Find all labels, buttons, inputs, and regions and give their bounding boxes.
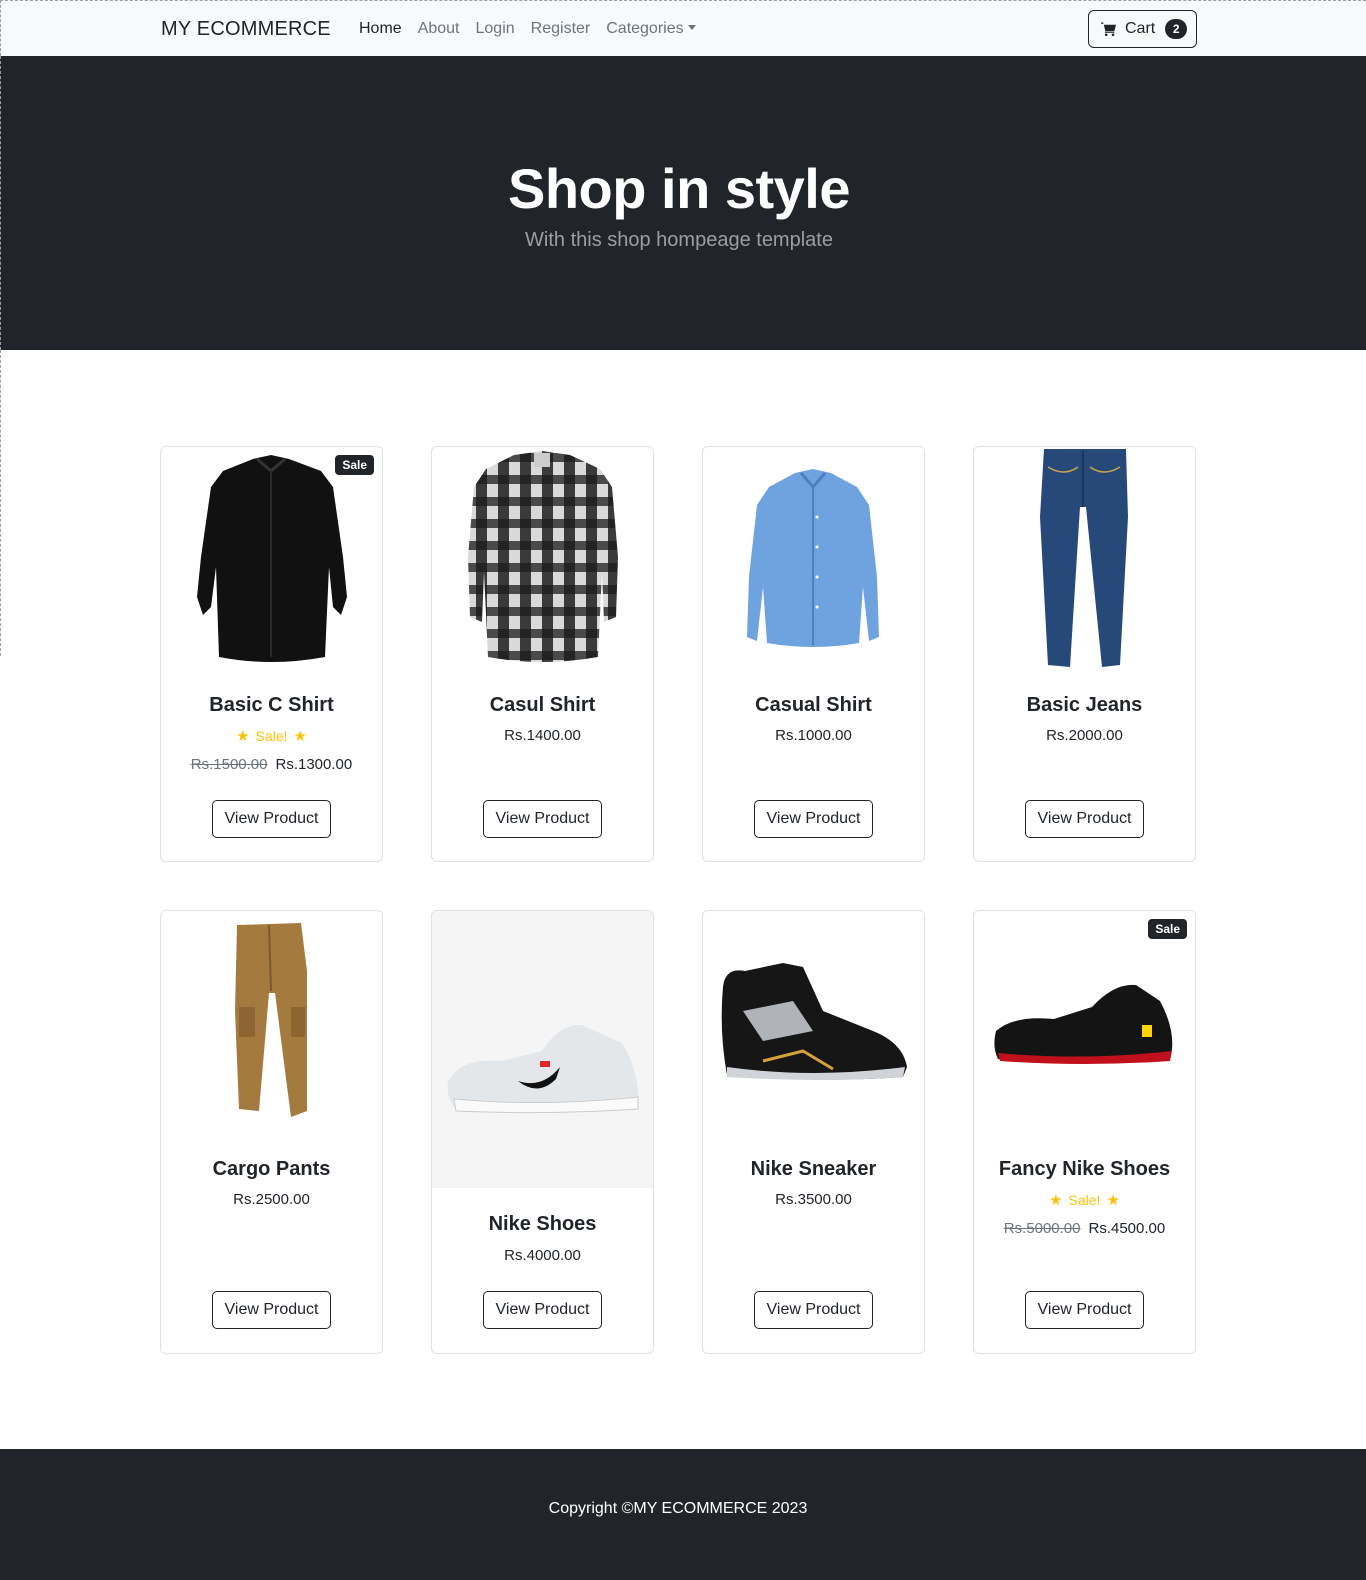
current-price: Rs.3500.00 — [775, 1191, 852, 1208]
star-icon: ★ — [1049, 1192, 1063, 1209]
price: Rs.5000.00 Rs.4500.00 — [974, 1220, 1195, 1237]
price: Rs.3500.00 — [703, 1191, 924, 1208]
sale-badge: Sale — [335, 455, 374, 475]
star-icon: ★ — [293, 728, 307, 745]
view-product-button[interactable]: View Product — [1025, 800, 1144, 838]
product-card: Sale Basic C Shirt ★ Sale! ★ Rs.1500.00 Rs.… — [160, 446, 383, 862]
view-product-button[interactable]: View Product — [212, 1291, 331, 1329]
nav-about[interactable]: About — [418, 20, 460, 38]
chevron-down-icon — [687, 25, 696, 30]
cart-icon — [1101, 22, 1116, 37]
current-price: Rs.1400.00 — [504, 727, 581, 744]
product-title: Nike Sneaker — [750, 1158, 877, 1180]
old-price: Rs.1500.00 — [190, 756, 268, 773]
view-product-button[interactable]: View Product — [483, 1291, 602, 1329]
nav-login[interactable]: Login — [476, 20, 515, 38]
product-title: Basic C Shirt — [209, 694, 334, 716]
price: Rs.1000.00 — [703, 727, 924, 744]
blue-shirt-image[interactable] — [703, 447, 924, 672]
sale-text: Sale! — [255, 728, 288, 744]
hero-title: Shop in style — [508, 157, 851, 220]
price: Rs.4000.00 — [432, 1247, 653, 1264]
sale-text: Sale! — [1068, 1192, 1101, 1208]
view-product-button[interactable]: View Product — [754, 800, 873, 838]
product-card: Nike Shoes Rs.4000.00 View Product — [431, 910, 654, 1354]
nav-categories-label: Categories — [606, 20, 684, 37]
cart-label: Cart — [1125, 20, 1156, 37]
brand-logo[interactable]: MY ECOMMERCE — [161, 18, 331, 41]
view-product-button[interactable]: View Product — [483, 800, 602, 838]
rating: ★ Sale! ★ — [974, 1191, 1195, 1209]
jordan-sneaker-image[interactable] — [703, 911, 924, 1136]
current-price: Rs.4000.00 — [504, 1247, 581, 1264]
product-card: Casul Shirt Rs.1400.00 View Product — [431, 446, 654, 862]
rating: ★ Sale! ★ — [161, 727, 382, 745]
product-card: Basic Jeans Rs.2000.00 View Product — [973, 446, 1196, 862]
current-price: Rs.1000.00 — [775, 727, 852, 744]
black-racing-shoe-image[interactable] — [974, 911, 1195, 1136]
hero-banner: Shop in style With this shop hompeage te… — [0, 56, 1366, 350]
current-price: Rs.2000.00 — [1046, 727, 1123, 744]
product-card: Cargo Pants Rs.2500.00 View Product — [160, 910, 383, 1354]
current-price: Rs.4500.00 — [1088, 1220, 1166, 1237]
sale-badge: Sale — [1148, 919, 1187, 939]
hero-subtitle: With this shop hompeage template — [525, 229, 833, 251]
view-product-button[interactable]: View Product — [1025, 1291, 1144, 1329]
nav-categories-dropdown[interactable]: Categories — [606, 20, 696, 38]
nav-links: Home About Login Register Categories — [359, 20, 696, 38]
cart-button[interactable]: Cart 2 — [1088, 10, 1197, 48]
price: Rs.1400.00 — [432, 727, 653, 744]
page-edge-divider — [0, 350, 1, 656]
cargo-pants-image[interactable] — [161, 911, 382, 1136]
old-price: Rs.5000.00 — [1003, 1220, 1081, 1237]
product-title: Casul Shirt — [489, 694, 596, 716]
copyright-text: Copyright ©MY ECOMMERCE 2023 — [548, 1500, 808, 1517]
product-title: Cargo Pants — [212, 1158, 331, 1180]
jeans-image[interactable] — [974, 447, 1195, 672]
current-price: Rs.2500.00 — [233, 1191, 310, 1208]
footer: Copyright ©MY ECOMMERCE 2023 — [0, 1449, 1366, 1580]
product-title: Nike Shoes — [488, 1213, 597, 1235]
navbar: MY ECOMMERCE Home About Login Register C… — [0, 0, 1366, 56]
plaid-shirt-image[interactable] — [432, 447, 653, 672]
cart-count-badge: 2 — [1165, 19, 1188, 39]
white-nike-shoe-image[interactable] — [432, 911, 653, 1188]
view-product-button[interactable]: View Product — [212, 800, 331, 838]
nav-home[interactable]: Home — [359, 20, 402, 38]
price: Rs.2500.00 — [161, 1191, 382, 1208]
price: Rs.1500.00 Rs.1300.00 — [161, 756, 382, 773]
product-card: Nike Sneaker Rs.3500.00 View Product — [702, 910, 925, 1354]
product-card: Casual Shirt Rs.1000.00 View Product — [702, 446, 925, 862]
black-shirt-image[interactable] — [161, 447, 382, 672]
view-product-button[interactable]: View Product — [754, 1291, 873, 1329]
nav-register[interactable]: Register — [531, 20, 591, 38]
price: Rs.2000.00 — [974, 727, 1195, 744]
star-icon: ★ — [236, 728, 250, 745]
current-price: Rs.1300.00 — [275, 756, 353, 773]
product-title: Basic Jeans — [1026, 694, 1143, 716]
product-title: Fancy Nike Shoes — [998, 1158, 1171, 1180]
star-icon: ★ — [1106, 1192, 1120, 1209]
product-title: Casual Shirt — [755, 694, 872, 716]
product-card: Sale Fancy Nike Shoes ★ Sale! ★ Rs.5000.00… — [973, 910, 1196, 1354]
